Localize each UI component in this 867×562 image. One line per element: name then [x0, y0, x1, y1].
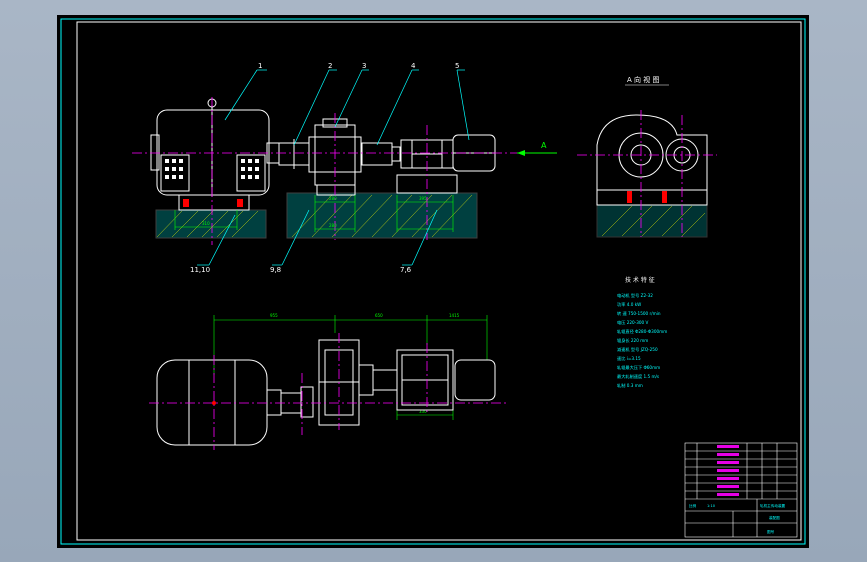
balloon-4: 4 [411, 62, 416, 70]
spec-block: 技 术 特 征 电动机 型号 Z2-32 功率 4.0 kW 转 速 750-1… [617, 276, 667, 389]
spec-line: 功率 4.0 kW [617, 301, 641, 308]
balloon-5: 5 [455, 62, 459, 70]
drawing-canvas: 310 280 280 395 A 1 2 3 4 5 11,10 9,8 7,… [57, 15, 809, 548]
plan-dims [213, 315, 488, 420]
spec-line: 电压 220-300 V [617, 319, 649, 326]
bom-entries [717, 445, 739, 496]
balloon-11-10: 11,10 [190, 266, 210, 274]
spec-line: 转 速 750-1500 r/min [617, 310, 661, 317]
spec-line: 最大轧制速度 1.5 m/s [617, 373, 659, 380]
spec-title: 技 术 特 征 [625, 276, 655, 284]
balloon-9-8: 9,8 [270, 266, 281, 274]
housing-outline [596, 114, 708, 191]
dim-650: 650 [375, 313, 383, 318]
spec-line: 轧制 0.3 mm [617, 382, 643, 389]
gear-foundation [286, 192, 478, 239]
motor-foundation [155, 209, 267, 239]
balloon-7-6: 7,6 [400, 266, 412, 274]
a-direction-view: A 向 视 图 [577, 75, 717, 238]
spec-line: 减速机 型号 JZQ-250 [617, 346, 658, 353]
front-view: 310 280 280 395 A 1 2 3 4 5 11,10 9,8 7,… [132, 62, 557, 274]
dim-small-1: 310 [202, 221, 210, 226]
dim-small-3: 280 [329, 223, 337, 228]
a-view-title: A 向 视 图 [627, 75, 659, 84]
spec-line: 辊身长 220 mm [617, 337, 648, 344]
motor-plan [156, 359, 268, 446]
cad-drawing: 310 280 280 395 A 1 2 3 4 5 11,10 9,8 7,… [60, 18, 806, 545]
spec-line: 速比 i=3.15 [617, 355, 641, 362]
title-scale-value: 1:10 [707, 504, 716, 508]
dim-1415: 1415 [449, 313, 460, 318]
spec-line: 电动机 型号 Z2-32 [617, 292, 653, 299]
title-scale-label: 比例 [689, 503, 697, 508]
title-name: 轧机主传动装置 [760, 503, 786, 508]
plan-view: 955 650 1415 330 [149, 313, 507, 450]
title-block [684, 442, 798, 538]
dim-small-4: 395 [419, 196, 427, 201]
view-arrow-label: A [541, 141, 547, 150]
dim-955: 955 [270, 313, 278, 318]
motor-body [156, 109, 270, 196]
balloon-2: 2 [328, 62, 332, 70]
dim-small-2: 280 [329, 196, 337, 201]
inner-border [76, 21, 802, 541]
outer-border [60, 18, 806, 545]
spec-line: 轧辊最大压下 Φ60mm [617, 364, 660, 371]
title-drawing-number: 图号 [767, 529, 775, 534]
balloon-1: 1 [258, 62, 262, 70]
balloon-3: 3 [362, 62, 366, 70]
title-subname: 装配图 [769, 515, 780, 520]
spec-line: 轧辊直径 Φ280-Φ300mm [617, 328, 667, 335]
